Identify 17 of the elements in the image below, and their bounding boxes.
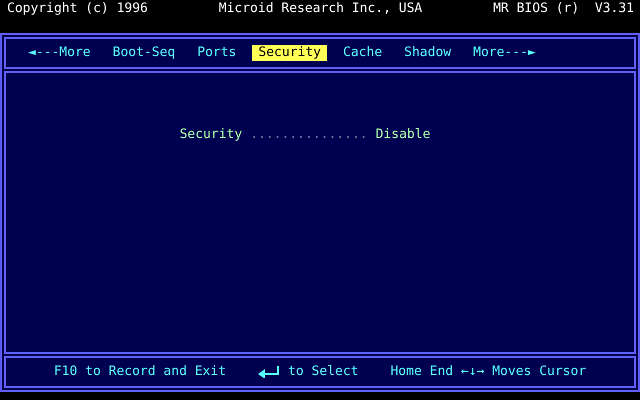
- copyright-text: Copyright (c) 1996: [7, 1, 148, 17]
- dot-leader: ...............: [250, 127, 368, 143]
- menu-tab[interactable]: ◄---More: [22, 45, 97, 61]
- setting-label: Security: [180, 127, 242, 143]
- help-text: Home End ←↓→ Moves Cursor: [390, 364, 586, 380]
- menu-tab[interactable]: Shadow: [398, 45, 458, 61]
- bios-version: MR BIOS (r) V3.31: [493, 1, 634, 17]
- help-text: F10 to Record and Exit: [54, 364, 226, 380]
- menu-tab[interactable]: Boot-Seq: [106, 45, 182, 61]
- company-name: Microid Research Inc., USA: [218, 1, 422, 17]
- help-text: to Select: [288, 364, 358, 380]
- menu-tab[interactable]: Ports: [191, 45, 242, 61]
- enter-key-icon: [258, 366, 280, 378]
- menu-tab[interactable]: Security: [252, 45, 328, 61]
- setting-value[interactable]: Disable: [376, 127, 430, 143]
- menu-tab[interactable]: Cache: [337, 45, 388, 61]
- menu-tab[interactable]: More---►: [467, 45, 542, 61]
